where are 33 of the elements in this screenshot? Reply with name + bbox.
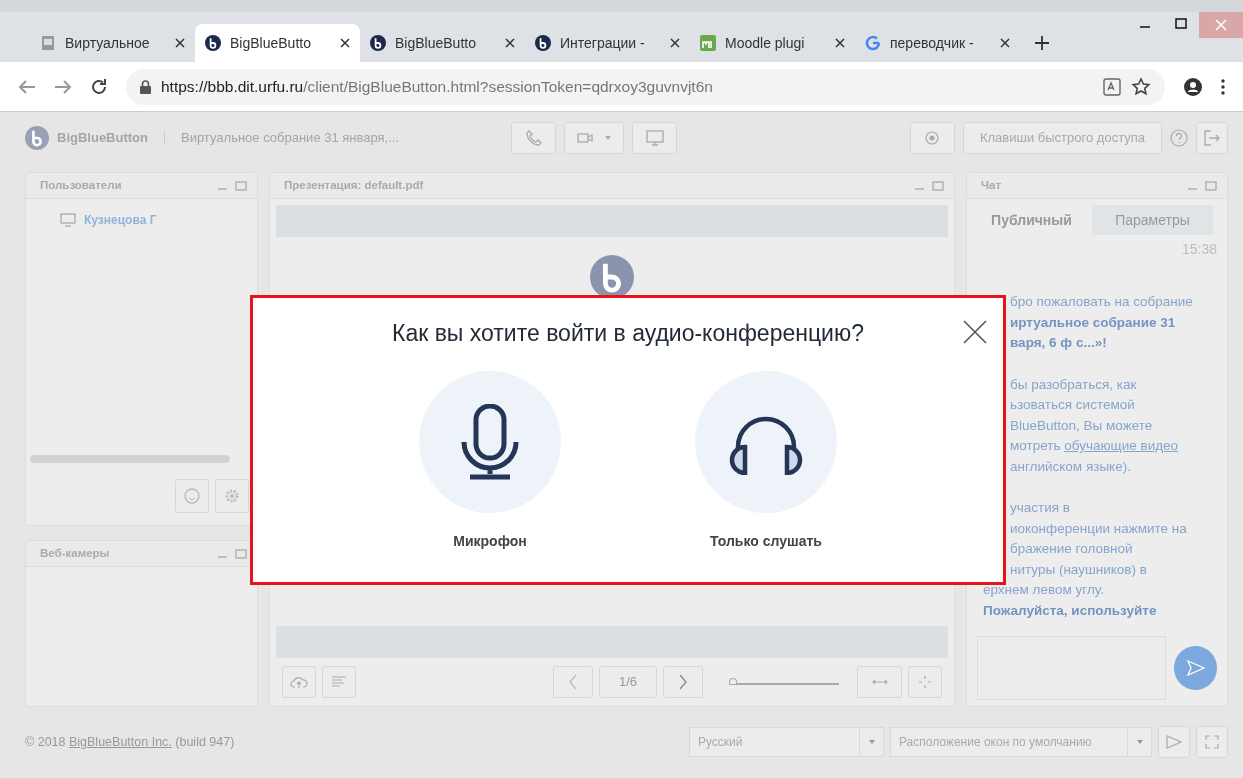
address-field[interactable]: https://bbb.dit.urfu.ru/client/BigBlueButton.html?sessionToken=qdrxoy3guvnvjt6n [126,68,1165,105]
audio-option-button[interactable]: Только слушать [695,370,837,552]
meeting-title: Виртуальное собрание 31 января,... [181,129,400,148]
option-label: Микрофон [453,531,527,551]
chat-message-line: английском языке). [1009,457,1132,476]
browser-tab[interactable]: Виртуальное [30,24,195,62]
chat-message-line: участия в [1009,499,1071,517]
panel-title: Чат [981,177,1002,193]
browser-tab[interactable]: Интеграции - [525,24,690,62]
chat-message-line: BlueButton, Вы можете [1009,416,1154,435]
browser-tab[interactable]: переводчик - [855,24,1020,62]
brand-name: BigBlueButton [57,129,148,148]
panel-title: Презентация: default.pdf [284,177,424,193]
chat-message-line: нитуры (наушников) в [1009,560,1148,579]
panel-title: Пользователи [40,177,122,193]
chat-message-line: бро пожаловать на собрание [1009,293,1194,311]
audio-option-button[interactable]: Микрофон [419,370,561,552]
browser-tab[interactable]: Moodle plugi [690,24,855,62]
chat-message-line: иоконференции нажмите на [1009,519,1188,538]
browser-tab[interactable]: BigBlueButto [360,24,525,62]
copyright-text: © 2018 BigBlueButton Inc. (build 947) [25,733,235,751]
browser-tab[interactable]: BigBlueButto [195,24,360,62]
chat-message-line: бы разобраться, как [1009,375,1138,394]
option-label: Только слушать [710,531,822,551]
chat-message-line: Пожалуйста, используйте [983,601,1158,620]
chat-message-line: бражение головной [1009,540,1134,558]
chat-message-line: ерхнем левом углу. [983,581,1105,599]
chat-message-line: иртуальное собрание 31 [1009,313,1177,332]
panel-title: Веб-камеры [40,545,110,561]
url-text: https://bbb.dit.urfu.ru/client/BigBlueButton.html?sessionToken=qdrxoy3guvnvjt6n [161,76,714,97]
dialog-title: Как вы хотите войти в аудио-конференцию? [392,320,864,348]
chat-message-line: варя, 6 ф с...»! [1009,334,1108,352]
chat-message-line: ьзоваться системой [1009,396,1136,414]
